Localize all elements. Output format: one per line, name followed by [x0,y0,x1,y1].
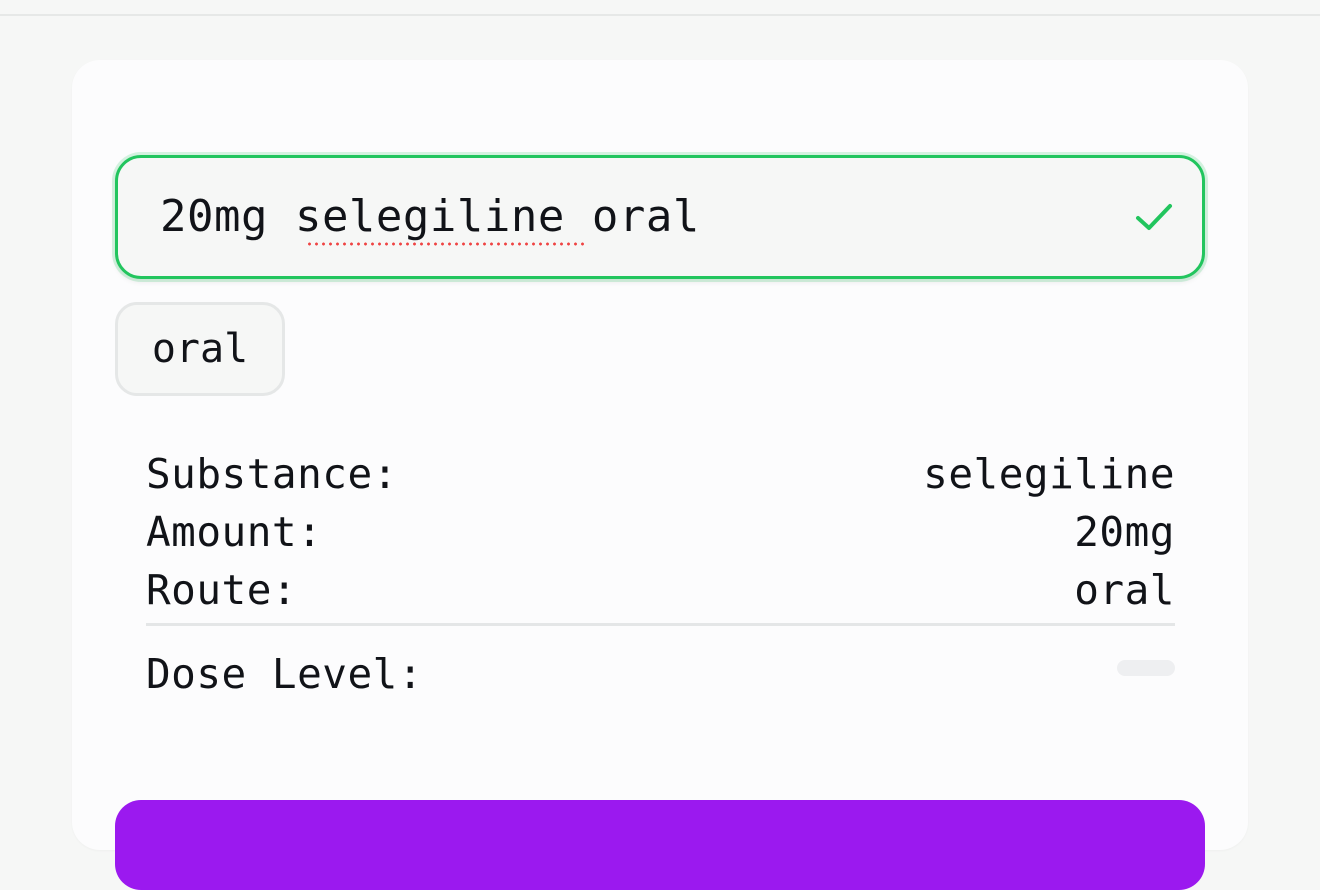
substance-label: Substance: [146,450,398,498]
route-chip-oral[interactable]: oral [115,302,285,396]
dose-level-label: Dose Level: [146,650,424,698]
amount-value: 20mg [1074,508,1175,556]
route-row: Route: oral [146,561,1175,619]
route-label: Route: [146,566,298,614]
route-value: oral [1074,566,1175,614]
dose-card: oral Substance: selegiline Amount: 20mg … [72,60,1248,890]
substance-row: Substance: selegiline [146,445,1175,503]
dose-input[interactable] [160,188,1060,244]
amount-label: Amount: [146,508,323,556]
details-divider [146,623,1175,626]
top-bar-border [0,0,1320,16]
spellcheck-underline [306,242,588,246]
check-icon [1136,204,1172,230]
amount-row: Amount: 20mg [146,503,1175,561]
submit-button[interactable] [115,800,1205,890]
substance-value: selegiline [923,450,1175,498]
route-chip-label: oral [151,326,249,372]
parsed-details: Substance: selegiline Amount: 20mg Route… [146,445,1175,700]
dose-input-container[interactable] [115,155,1205,279]
dose-level-row: Dose Level: [146,648,1175,700]
dose-level-placeholder [1117,660,1175,676]
